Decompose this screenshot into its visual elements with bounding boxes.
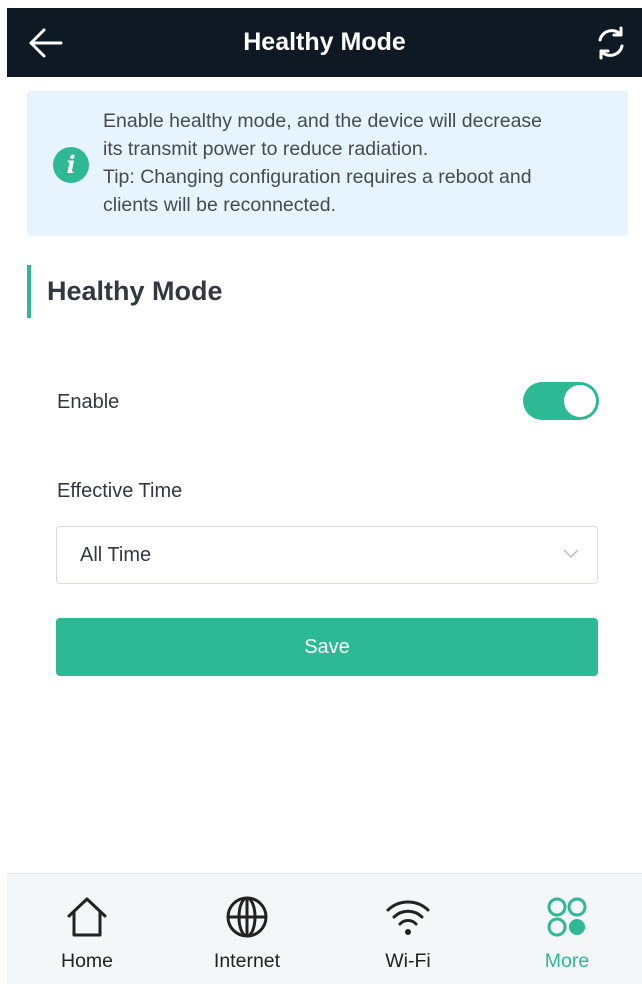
nav-item-internet[interactable]: Internet (187, 874, 307, 984)
nav-item-home[interactable]: Home (27, 874, 147, 984)
enable-label: Enable (57, 391, 120, 413)
nav-label-home: Home (60, 950, 114, 972)
home-icon (67, 897, 107, 937)
nav-label-wifi: Wi-Fi (385, 950, 431, 972)
info-notice: i Enable healthy mode, and the device wi… (27, 91, 628, 236)
bottom-nav: Home Internet Wi-Fi More (7, 873, 642, 984)
nav-label-more: More (544, 950, 590, 972)
notice-line: its transmit power to reduce radiation. (103, 138, 429, 160)
effective-time-value: All Time (80, 544, 152, 566)
chevron-down-icon (563, 549, 579, 559)
section-title: Healthy Mode (27, 265, 223, 318)
notice-line: clients will be reconnected. (103, 194, 337, 216)
notice-line: Enable healthy mode, and the device will… (103, 110, 543, 132)
enable-toggle[interactable] (523, 382, 599, 420)
effective-time-label: Effective Time (57, 480, 183, 502)
effective-time-select[interactable]: All Time (56, 526, 598, 584)
more-apps-icon (547, 897, 587, 937)
notice-line: Tip: Changing configuration requires a r… (103, 166, 532, 188)
nav-item-more[interactable]: More (507, 874, 627, 984)
globe-icon (226, 896, 268, 938)
notice-text: Enable healthy mode, and the device will… (103, 107, 603, 219)
info-icon: i (53, 147, 89, 183)
save-button[interactable]: Save (56, 618, 598, 676)
nav-label-internet: Internet (213, 950, 281, 972)
top-bar: Healthy Mode (7, 8, 642, 77)
nav-item-wifi[interactable]: Wi-Fi (348, 874, 468, 984)
wifi-icon (386, 900, 430, 935)
page-title: Healthy Mode (243, 28, 406, 56)
toggle-knob (564, 385, 596, 417)
refresh-icon[interactable] (592, 24, 630, 62)
